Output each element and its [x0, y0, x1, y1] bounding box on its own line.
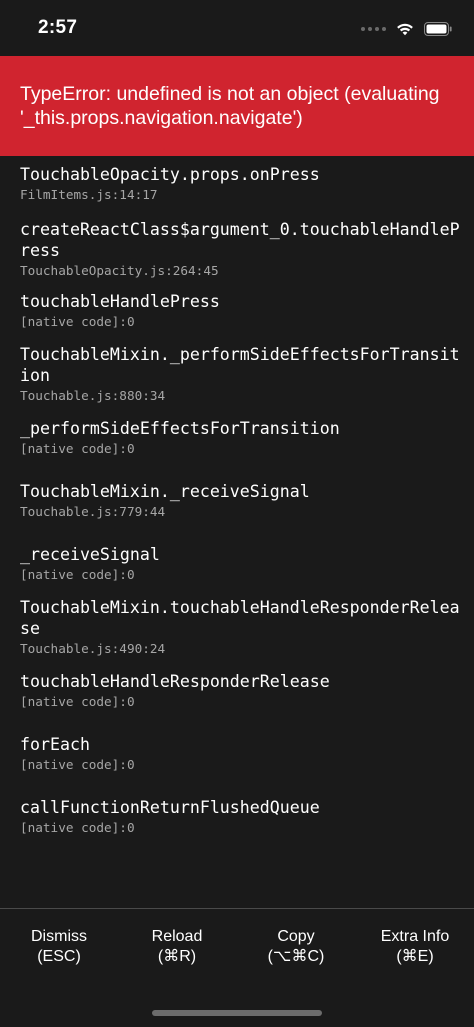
frame-location: Touchable.js:779:44 [20, 504, 166, 519]
frame-location: [native code]:0 [20, 567, 135, 582]
frame-method: forEach [20, 735, 90, 754]
frame-method: touchableHandlePress [20, 292, 220, 311]
reload-button[interactable]: Reload (⌘R) [118, 927, 236, 967]
dismiss-shortcut: (ESC) [37, 948, 81, 965]
frame-method: _receiveSignal [20, 545, 160, 564]
frame-location: Touchable.js:490:24 [20, 641, 166, 656]
frame-method: _performSideEffectsForTransition [20, 419, 340, 438]
reload-shortcut: (⌘R) [157, 948, 197, 965]
copy-shortcut: (⌥⌘C) [267, 948, 325, 965]
frame-location: Touchable.js:880:34 [20, 388, 166, 403]
frame-method: TouchableMixin._receiveSignal [20, 482, 310, 501]
frame-method: createReactClass$argument_0.touchableHan… [20, 220, 460, 260]
action-bar: Dismiss (ESC) Reload (⌘R) Copy (⌥⌘C) Ext… [0, 908, 474, 1027]
frame-method: TouchableMixin._performSideEffectsForTra… [20, 345, 460, 385]
status-bar: 2:57 [0, 0, 474, 56]
stack-frame[interactable]: createReactClass$argument_0.touchableHan… [20, 219, 460, 279]
status-icons [361, 20, 452, 38]
extra-info-shortcut: (⌘E) [396, 948, 434, 965]
frame-location: TouchableOpacity.js:264:45 [20, 263, 219, 278]
stack-frame[interactable]: _performSideEffectsForTransition [native… [20, 418, 460, 457]
stack-frame[interactable]: touchableHandlePress [native code]:0 [20, 291, 460, 330]
frame-location: [native code]:0 [20, 694, 135, 709]
frame-location: FilmItems.js:14:17 [20, 187, 158, 202]
frame-location: [native code]:0 [20, 757, 135, 772]
frame-location: [native code]:0 [20, 820, 135, 835]
frame-location: [native code]:0 [20, 314, 135, 329]
dismiss-button[interactable]: Dismiss (ESC) [0, 927, 118, 967]
frame-method: TouchableOpacity.props.onPress [20, 165, 320, 184]
frame-method: callFunctionReturnFlushedQueue [20, 798, 320, 817]
stack-frame[interactable]: TouchableOpacity.props.onPress FilmItems… [20, 164, 460, 203]
copy-button[interactable]: Copy (⌥⌘C) [237, 927, 355, 967]
extra-info-label: Extra Info [380, 928, 450, 945]
battery-icon [424, 22, 452, 36]
reload-label: Reload [151, 928, 203, 945]
error-header: TypeError: undefined is not an object (e… [0, 56, 474, 156]
status-time: 2:57 [38, 17, 78, 38]
stack-frame[interactable]: TouchableMixin._receiveSignal Touchable.… [20, 481, 460, 520]
error-message: TypeError: undefined is not an object (e… [20, 83, 440, 129]
frame-method: touchableHandleResponderRelease [20, 672, 330, 691]
stack-trace-list[interactable]: TouchableOpacity.props.onPress FilmItems… [0, 156, 474, 908]
dismiss-label: Dismiss [31, 928, 87, 945]
cellular-signal-icon [361, 27, 386, 31]
stack-frame[interactable]: TouchableMixin._performSideEffectsForTra… [20, 344, 460, 404]
stack-frame[interactable]: touchableHandleResponderRelease [native … [20, 671, 460, 710]
stack-frame[interactable]: TouchableMixin.touchableHandleResponderR… [20, 597, 460, 657]
extra-info-button[interactable]: Extra Info (⌘E) [356, 927, 474, 967]
stack-frame[interactable]: _receiveSignal [native code]:0 [20, 544, 460, 583]
frame-method: TouchableMixin.touchableHandleResponderR… [20, 598, 460, 638]
stack-frame[interactable]: forEach [native code]:0 [20, 734, 460, 773]
stack-frame[interactable]: callFunctionReturnFlushedQueue [native c… [20, 797, 460, 836]
wifi-icon [396, 22, 414, 36]
home-indicator[interactable] [152, 1010, 322, 1016]
copy-label: Copy [277, 928, 315, 945]
frame-location: [native code]:0 [20, 441, 135, 456]
